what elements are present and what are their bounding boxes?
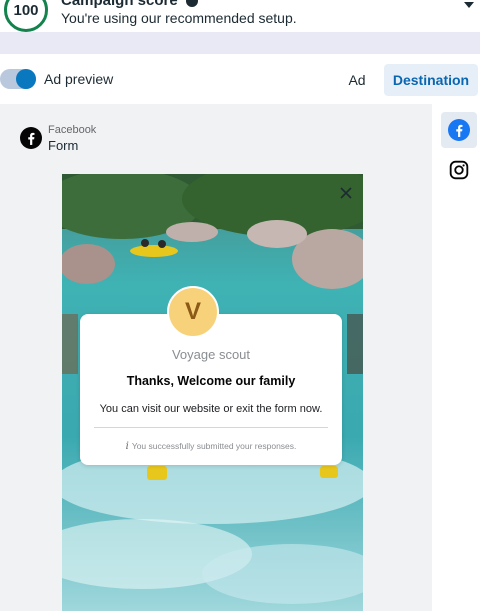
form-preview-phone: Voyage scout Thanks, Welcome our family …: [62, 174, 363, 611]
preview-toolbar: Ad preview Ad Destination: [0, 54, 480, 104]
facebook-icon: [448, 119, 470, 141]
section-divider-band: [0, 32, 480, 54]
tab-destination[interactable]: Destination: [384, 64, 478, 96]
score-subtitle: You're using our recommended setup.: [61, 10, 297, 26]
platform-name: Facebook: [48, 124, 97, 136]
facebook-icon: [20, 127, 42, 149]
card-divider: [94, 427, 328, 428]
placement-name: Form: [48, 138, 79, 153]
platform-facebook-button[interactable]: [441, 112, 477, 148]
submission-note: i You successfully submitted your respons…: [125, 441, 297, 452]
ad-preview-label: Ad preview: [44, 71, 114, 87]
ad-preview-toggle[interactable]: [0, 69, 36, 89]
score-title: Campaign score: [61, 0, 198, 9]
platform-instagram-button[interactable]: [441, 152, 477, 188]
score-ring: 100: [4, 0, 48, 32]
campaign-score-bar[interactable]: 100 Campaign score You're using our reco…: [0, 0, 480, 32]
thank-you-card: Voyage scout Thanks, Welcome our family …: [80, 314, 342, 465]
instagram-icon: [449, 160, 469, 180]
thank-you-body: You can visit our website or exit the fo…: [99, 403, 323, 415]
chevron-down-icon[interactable]: [464, 2, 474, 8]
toggle-knob: [16, 69, 36, 89]
brand-name: Voyage scout: [171, 347, 251, 362]
brand-avatar: V: [167, 286, 219, 338]
thank-you-heading: Thanks, Welcome our family: [126, 374, 296, 388]
score-value: 100: [13, 1, 39, 19]
close-icon[interactable]: [339, 186, 353, 200]
platform-switcher: [432, 104, 480, 611]
info-icon: i: [125, 441, 129, 452]
info-icon[interactable]: [185, 0, 198, 8]
preview-canvas: Facebook Form Voyage scout Thanks, Welco…: [0, 104, 432, 611]
tab-ad[interactable]: Ad: [338, 64, 376, 96]
